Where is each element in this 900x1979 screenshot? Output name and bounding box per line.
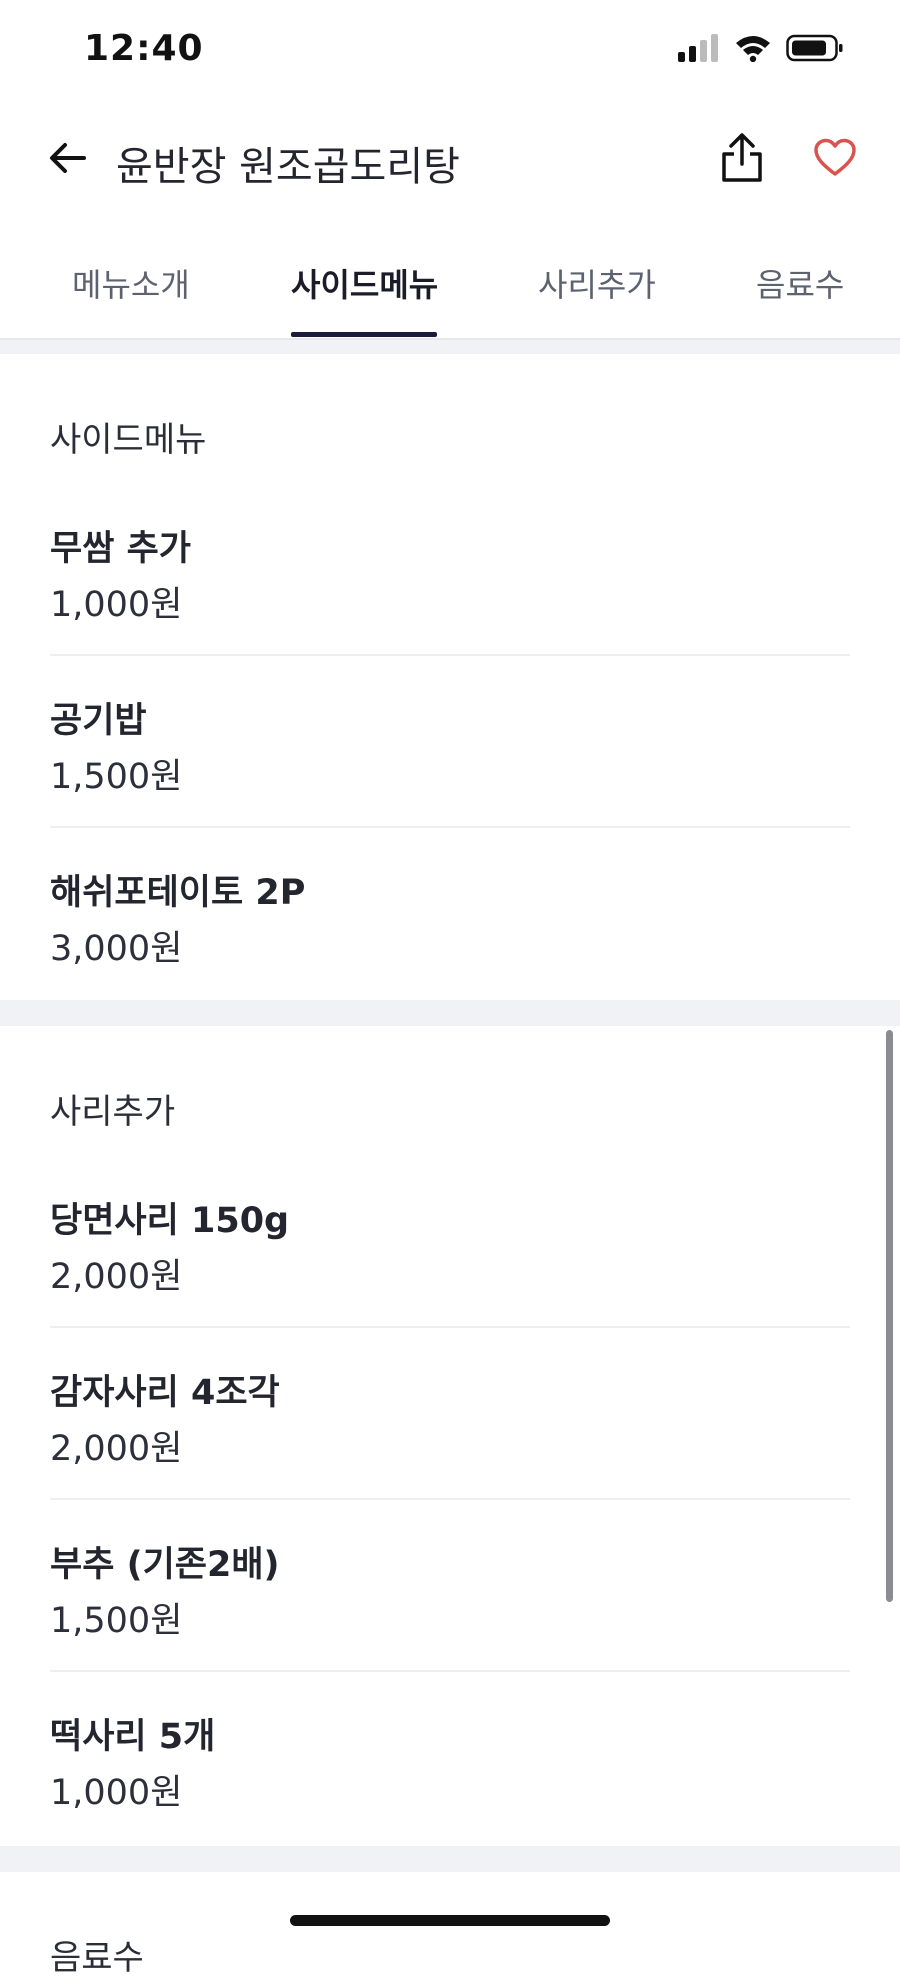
section-gap [0,1846,900,1872]
status-icons [678,34,844,62]
menu-item-price: 1,500원 [50,757,183,797]
back-arrow-icon [50,143,86,173]
menu-section-extra: 사리추가 당면사리 150g 2,000원 감자사리 4조각 2,000원 부추… [0,1026,900,1846]
section-title: 사이드메뉴 [50,420,207,460]
share-button[interactable] [714,128,770,188]
header: 윤반장 원조곱도리탕 [0,100,900,216]
divider [50,654,850,656]
menu-item-name: 감자사리 4조각 [50,1373,280,1413]
section-gap [0,1000,900,1026]
menu-item[interactable]: 부추 (기존2배) 1,500원 [50,1536,850,1646]
menu-item-price: 1,000원 [50,585,183,625]
menu-item-name: 공기밥 [50,701,147,741]
menu-item[interactable]: 감자사리 4조각 2,000원 [50,1364,850,1474]
menu-section-side: 사이드메뉴 무쌈 추가 1,000원 공기밥 1,500원 해쉬포테이토 2P … [0,354,900,1000]
menu-item-price: 3,000원 [50,929,183,969]
section-title: 음료수 [50,1938,144,1978]
tab-drinks[interactable]: 음료수 [756,260,844,306]
menu-item-name: 무쌈 추가 [50,529,191,569]
wifi-icon [736,36,770,62]
divider [50,826,850,828]
divider [50,1670,850,1672]
menu-item-price: 1,000원 [50,1773,183,1813]
favorite-button[interactable] [808,128,862,188]
tab-side-menu[interactable]: 사이드메뉴 [291,260,438,306]
menu-item[interactable]: 해쉬포테이토 2P 3,000원 [50,864,850,974]
scrollbar[interactable] [886,1030,893,1602]
cellular-signal-icon [678,34,718,62]
active-tab-indicator [291,332,437,337]
menu-section-drinks: 음료수 [0,1872,900,1978]
back-button[interactable] [44,130,92,186]
battery-icon [786,34,843,62]
menu-item[interactable]: 무쌈 추가 1,000원 [50,520,850,630]
menu-item[interactable]: 당면사리 150g 2,000원 [50,1192,850,1302]
menu-item-name: 당면사리 150g [50,1201,290,1241]
menu-item-price: 2,000원 [50,1429,183,1469]
page-title: 윤반장 원조곱도리탕 [116,144,460,190]
divider [50,1326,850,1328]
menu-item[interactable]: 공기밥 1,500원 [50,692,850,802]
section-gap [0,340,900,354]
share-icon [722,133,762,182]
section-title: 사리추가 [50,1092,176,1132]
menu-item[interactable]: 떡사리 5개 1,000원 [50,1708,850,1818]
category-tabs: 메뉴소개 사이드메뉴 사리추가 음료수 [0,216,900,340]
tab-menu-intro[interactable]: 메뉴소개 [72,260,190,306]
status-time: 12:40 [84,28,204,69]
menu-item-name: 해쉬포테이토 2P [50,873,306,913]
tab-extra-noodles[interactable]: 사리추가 [538,260,656,306]
divider [50,1498,850,1500]
menu-item-price: 2,000원 [50,1257,183,1297]
status-bar: 12:40 [0,0,900,100]
heart-icon [814,138,856,176]
home-indicator[interactable] [290,1915,610,1926]
menu-item-name: 떡사리 5개 [50,1717,216,1757]
menu-item-price: 1,500원 [50,1601,183,1641]
menu-item-name: 부추 (기존2배) [50,1545,280,1585]
